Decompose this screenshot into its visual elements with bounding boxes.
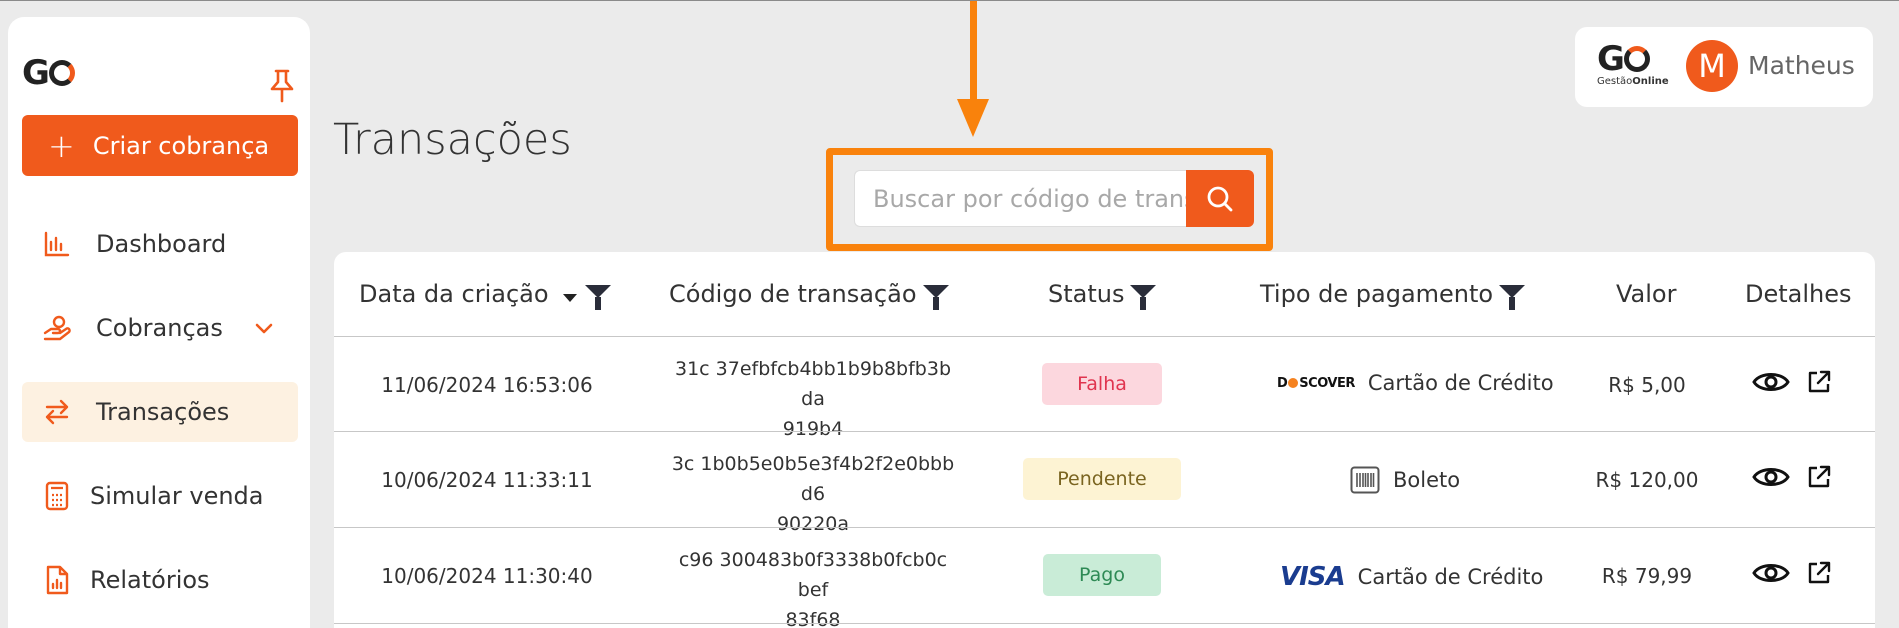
header-label: Valor	[1616, 280, 1677, 308]
hand-coin-icon	[42, 313, 72, 343]
filter-icon[interactable]	[1499, 284, 1526, 310]
header-label: Detalhes	[1745, 280, 1852, 308]
sidebar-item-label: Cobranças	[96, 314, 223, 342]
pin-icon[interactable]	[267, 68, 297, 104]
brand-subtitle: GestãoOnline	[1597, 76, 1669, 87]
code-line: 83f68	[785, 609, 841, 628]
sort-desc-icon[interactable]	[562, 294, 577, 302]
header-label: Código de transação	[669, 280, 917, 308]
row-actions	[1752, 558, 1832, 592]
report-icon	[42, 565, 72, 595]
row-actions	[1752, 462, 1832, 496]
eye-icon[interactable]	[1752, 462, 1790, 496]
filter-icon[interactable]	[922, 284, 949, 310]
open-external-icon[interactable]	[1806, 464, 1832, 494]
transaction-code-cell[interactable]: c96 300483b0f3338b0fcb0c bef 83f68	[663, 545, 963, 628]
open-external-icon[interactable]	[1806, 369, 1832, 399]
row-actions	[1752, 367, 1832, 401]
app-logo[interactable]: G	[22, 53, 75, 93]
header-label: Data da criação	[359, 280, 549, 308]
barcode-icon	[1350, 466, 1380, 494]
create-charge-button[interactable]: + Criar cobrança	[22, 115, 298, 176]
date-cell: 10/06/2024 11:33:11	[381, 468, 593, 492]
status-badge: Falha	[1042, 363, 1162, 405]
date-cell: 11/06/2024 16:53:06	[381, 373, 593, 397]
visa-card-icon: VISA	[1280, 562, 1346, 592]
sidebar-item-label: Dashboard	[96, 230, 227, 258]
payment-label: Cartão de Crédito	[1367, 371, 1554, 395]
column-header-value: Valor	[1616, 280, 1676, 308]
user-card[interactable]: G GestãoOnline M Matheus	[1575, 27, 1873, 107]
row-divider	[334, 431, 1875, 432]
payment-type-cell: VISA Cartão de Crédito	[1280, 562, 1543, 592]
status-badge: Pago	[1043, 554, 1161, 596]
payment-label: Cartão de Crédito	[1357, 565, 1544, 589]
transfer-arrows-icon	[42, 397, 72, 427]
payment-type-cell: D SCOVER Cartão de Crédito	[1277, 371, 1554, 395]
calculator-icon	[42, 481, 72, 511]
sidebar-item-label: Relatórios	[90, 566, 210, 594]
code-line: 919b4	[782, 418, 844, 440]
header-divider	[334, 336, 1875, 337]
bar-chart-icon	[42, 229, 72, 259]
code-line: c96 300483b0f3338b0fcb0c bef	[678, 549, 948, 601]
value-cell: R$ 120,00	[1595, 468, 1699, 492]
sidebar-item-reports[interactable]: Relatórios	[22, 550, 298, 610]
value-cell: R$ 5,00	[1608, 373, 1686, 397]
page-title: Transações	[333, 115, 572, 165]
create-charge-label: Criar cobrança	[92, 131, 270, 160]
open-external-icon[interactable]	[1806, 560, 1832, 590]
date-cell: 10/06/2024 11:30:40	[381, 564, 593, 588]
payment-label: Boleto	[1393, 468, 1461, 492]
logo-o-mark	[48, 60, 75, 86]
eye-icon[interactable]	[1752, 558, 1790, 592]
sidebar-item-simulate-sale[interactable]: Simular venda	[22, 466, 298, 526]
logo-letter: G	[22, 53, 50, 93]
sidebar: G + Criar cobrança Dashboard Cobranças T…	[8, 17, 310, 628]
code-line: 31c 37efbfcb4bb1b9b8bfb3b da	[674, 358, 952, 410]
sidebar-item-dashboard[interactable]: Dashboard	[22, 214, 298, 274]
column-header-details: Detalhes	[1745, 280, 1852, 308]
header-label: Status	[1048, 280, 1125, 308]
annotation-arrow-head	[957, 99, 989, 137]
sidebar-item-charges[interactable]: Cobranças	[22, 298, 298, 358]
discover-card-icon: D SCOVER	[1277, 375, 1355, 391]
header-label: Tipo de pagamento	[1260, 280, 1494, 308]
search-input[interactable]	[854, 170, 1186, 227]
filter-icon[interactable]	[1130, 284, 1157, 310]
chevron-down-icon[interactable]	[254, 314, 274, 342]
filter-icon[interactable]	[584, 284, 611, 310]
column-header-date[interactable]: Data da criação	[359, 280, 611, 310]
search-button[interactable]	[1186, 170, 1254, 227]
search-icon	[1207, 186, 1233, 211]
row-divider	[334, 527, 1875, 528]
brand-o-mark	[1623, 46, 1650, 72]
sidebar-item-label: Transações	[96, 398, 230, 426]
transaction-search	[854, 170, 1254, 227]
eye-icon[interactable]	[1752, 367, 1790, 401]
code-line: 3c 1b0b5e0b5e3f4b2f2e0bbb d6	[671, 453, 955, 505]
payment-type-cell: Boleto	[1350, 466, 1460, 494]
brand-logo: G GestãoOnline	[1597, 39, 1677, 97]
sidebar-item-label: Simular venda	[90, 482, 264, 510]
column-header-payment-type[interactable]: Tipo de pagamento	[1260, 280, 1526, 310]
transaction-code-cell[interactable]: 3c 1b0b5e0b5e3f4b2f2e0bbb d6 90220a	[663, 449, 963, 539]
annotation-arrow-shaft	[970, 1, 977, 109]
avatar[interactable]: M	[1686, 40, 1738, 92]
plus-icon: +	[48, 126, 75, 165]
code-line: 90220a	[776, 513, 850, 535]
row-divider	[334, 623, 1875, 624]
brand-letter: G	[1597, 39, 1625, 79]
sidebar-item-transactions[interactable]: Transações	[22, 382, 298, 442]
status-badge: Pendente	[1023, 458, 1181, 500]
value-cell: R$ 79,99	[1601, 564, 1693, 588]
column-header-status[interactable]: Status	[1048, 280, 1157, 310]
column-header-code[interactable]: Código de transação	[669, 280, 949, 310]
user-name[interactable]: Matheus	[1748, 51, 1855, 80]
